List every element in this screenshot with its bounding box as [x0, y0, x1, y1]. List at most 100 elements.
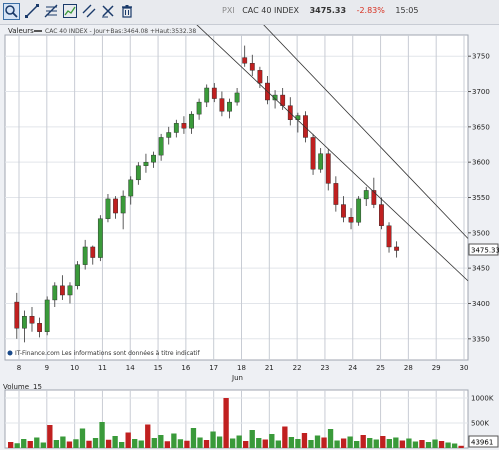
- volume-bar: [14, 443, 20, 448]
- volume-bar: [210, 431, 216, 448]
- volume-bar: [223, 398, 229, 448]
- volume-bar: [164, 441, 171, 448]
- volume-bar: [451, 443, 458, 448]
- last-price-axis-label: 3475.33: [471, 247, 499, 255]
- y-tick-label: 3550: [472, 194, 490, 202]
- x-tick-label: 18: [237, 364, 246, 372]
- candle-body: [120, 195, 126, 214]
- volume-bar: [138, 440, 144, 448]
- candle-body: [363, 190, 369, 200]
- fibonacci-tool-button[interactable]: [43, 3, 59, 19]
- clear-cross-icon: [102, 5, 114, 18]
- y-tick-label: 3400: [472, 300, 490, 308]
- candle-body: [113, 198, 118, 214]
- volume-bar: [229, 438, 236, 448]
- market-code: PXI: [222, 6, 235, 15]
- candle-body: [379, 204, 384, 226]
- x-tick-label: 16: [181, 364, 190, 372]
- volume-bar: [99, 422, 105, 448]
- candle-body: [249, 63, 255, 71]
- candle: [44, 296, 50, 336]
- volume-bar: [34, 437, 40, 448]
- parallel-channel-tool-button[interactable]: [81, 3, 97, 19]
- volume-bar: [406, 438, 412, 448]
- candle-body: [257, 70, 263, 84]
- volume-bar: [445, 442, 451, 448]
- last-volume-axis-label: 43961: [471, 439, 493, 447]
- volume-bar: [262, 439, 268, 448]
- clear-tool-button[interactable]: [100, 3, 116, 19]
- candle-body: [90, 246, 96, 258]
- candle-body: [105, 198, 111, 219]
- candle-body: [219, 98, 225, 112]
- volume-bar: [21, 439, 27, 448]
- candle-body: [310, 137, 316, 170]
- volume-y-tick-label: 500K: [471, 420, 489, 428]
- fibonacci-lines-icon: [44, 4, 58, 18]
- volume-bar: [399, 440, 406, 448]
- volume-bar: [86, 440, 92, 448]
- volume-bar: [380, 436, 386, 448]
- candle-body: [166, 132, 172, 138]
- volume-bar: [243, 441, 249, 448]
- volume-bar: [79, 428, 86, 448]
- instrument-name: CAC 40 INDEX: [242, 6, 300, 15]
- volume-bar: [256, 438, 262, 448]
- volume-bar: [393, 437, 399, 448]
- volume-bar: [334, 440, 340, 448]
- delete-tool-button[interactable]: [119, 3, 135, 19]
- volume-bar: [151, 438, 157, 448]
- y-tick-label: 3450: [472, 265, 490, 273]
- y-tick-label: 3600: [472, 159, 490, 167]
- candle-body: [151, 154, 156, 163]
- volume-bar: [340, 438, 347, 448]
- candle-body: [371, 190, 377, 205]
- candle: [97, 215, 103, 262]
- candle-body: [204, 87, 210, 103]
- volume-period: 15: [33, 383, 42, 391]
- candle-body: [75, 264, 80, 287]
- candle: [356, 196, 362, 226]
- x-tick-label: 25: [376, 364, 385, 372]
- line-tool-button[interactable]: [24, 3, 40, 19]
- pointer-tool-button[interactable]: [3, 3, 20, 20]
- volume-bar: [40, 442, 46, 448]
- volume-bar: [288, 437, 295, 448]
- candle-body: [97, 218, 103, 258]
- volume-bar: [301, 433, 308, 448]
- volume-bar: [314, 435, 321, 448]
- candle-body: [196, 101, 202, 115]
- volume-bar: [27, 441, 33, 448]
- volume-bar: [269, 434, 275, 448]
- volume-bar: [92, 438, 99, 448]
- candle-body: [82, 246, 88, 265]
- last-volume-marker: 43961: [468, 435, 499, 448]
- candle-body: [135, 165, 141, 181]
- y-tick-label: 3500: [472, 229, 490, 237]
- candle-body: [318, 153, 324, 170]
- volume-bar: [327, 429, 334, 448]
- volume-bar: [458, 445, 464, 448]
- volume-bar: [118, 442, 125, 448]
- x-tick-label: 21: [265, 364, 274, 372]
- volume-bar: [360, 435, 366, 448]
- volume-bar: [373, 439, 379, 448]
- candle-body: [59, 285, 65, 296]
- volume-bar: [367, 438, 373, 448]
- price-panel-label: Valeurs: [8, 27, 34, 35]
- candle-body: [21, 315, 27, 329]
- candle-body: [44, 299, 50, 332]
- volume-bar: [282, 426, 288, 448]
- trash-icon: [122, 5, 132, 18]
- volume-bar: [53, 440, 60, 448]
- volume-bar: [308, 440, 314, 448]
- volume-bar: [425, 442, 432, 448]
- zoom-chart-tool-button[interactable]: [62, 3, 78, 19]
- volume-bar: [190, 428, 197, 448]
- chart-area[interactable]: 3750 3700 3650 3600 3550 3500 3450 3400 3350 Val…: [0, 25, 499, 450]
- volume-bar: [354, 441, 360, 448]
- candle-body: [234, 92, 240, 103]
- candle-body: [386, 225, 392, 248]
- candle-body: [14, 301, 20, 329]
- symbol-info: PXI CAC 40 INDEX 3475.33 -2.83% 15:05: [222, 6, 426, 15]
